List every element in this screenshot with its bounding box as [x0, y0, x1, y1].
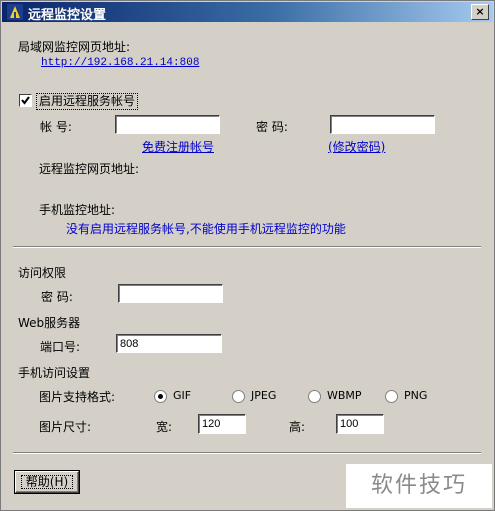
remote-password-label: 密 码:	[256, 120, 288, 134]
close-icon: ×	[475, 5, 485, 18]
width-label: 宽:	[156, 420, 173, 434]
height-input[interactable]: 100	[336, 414, 384, 434]
register-account-link[interactable]: 免费注册帐号	[142, 138, 214, 155]
title-bar[interactable]: 远程监控设置 ×	[2, 2, 493, 23]
account-input[interactable]	[115, 115, 220, 134]
remote-web-address-label: 远程监控网页地址:	[39, 162, 140, 176]
enable-remote-checkbox[interactable]	[19, 94, 32, 107]
mobile-heading: 手机访问设置	[18, 366, 91, 380]
separator	[13, 452, 481, 454]
account-label: 帐 号:	[40, 120, 72, 134]
app-icon	[7, 4, 23, 20]
remote-password-input[interactable]	[330, 115, 435, 134]
port-input[interactable]: 808	[116, 334, 222, 353]
access-password-label: 密 码:	[41, 290, 73, 304]
separator	[13, 246, 481, 248]
enable-remote-label[interactable]: 启用远程服务帐号	[36, 93, 139, 110]
mobile-status-message: 没有启用远程服务帐号,不能使用手机远程监控的功能	[66, 222, 346, 236]
change-password-link[interactable]: (修改密码)	[328, 138, 385, 155]
access-password-input[interactable]	[118, 284, 223, 303]
format-png-radio[interactable]	[385, 390, 398, 403]
mobile-address-label: 手机监控地址:	[39, 203, 116, 217]
height-label: 高:	[289, 420, 306, 434]
watermark-badge: 软件技巧	[346, 464, 492, 508]
format-gif-label[interactable]: GIF	[173, 389, 191, 402]
help-button[interactable]: 帮助(H)	[15, 471, 79, 493]
window-title: 远程监控设置	[28, 8, 107, 23]
port-label: 端口号:	[40, 340, 81, 354]
image-size-label: 图片尺寸:	[39, 420, 92, 434]
format-png-label[interactable]: PNG	[404, 389, 427, 402]
close-button[interactable]: ×	[471, 4, 489, 20]
width-input[interactable]: 120	[198, 414, 246, 434]
checkmark-icon	[21, 96, 30, 105]
access-heading: 访问权限	[18, 266, 67, 280]
help-button-label: 帮助(H)	[25, 475, 69, 489]
format-wbmp-radio[interactable]	[308, 390, 321, 403]
format-wbmp-label[interactable]: WBMP	[327, 389, 362, 402]
image-format-label: 图片支持格式:	[39, 390, 116, 404]
format-gif-radio[interactable]	[154, 390, 167, 403]
format-jpeg-radio[interactable]	[232, 390, 245, 403]
format-jpeg-label[interactable]: JPEG	[251, 389, 276, 402]
webserver-heading: Web服务器	[18, 316, 81, 330]
lan-address-link[interactable]: http://192.168.21.14:808	[41, 57, 199, 69]
remote-monitor-settings-dialog: 远程监控设置 × 局域网监控网页地址: http://192.168.21.14…	[0, 0, 495, 511]
lan-address-label: 局域网监控网页地址:	[18, 40, 131, 54]
